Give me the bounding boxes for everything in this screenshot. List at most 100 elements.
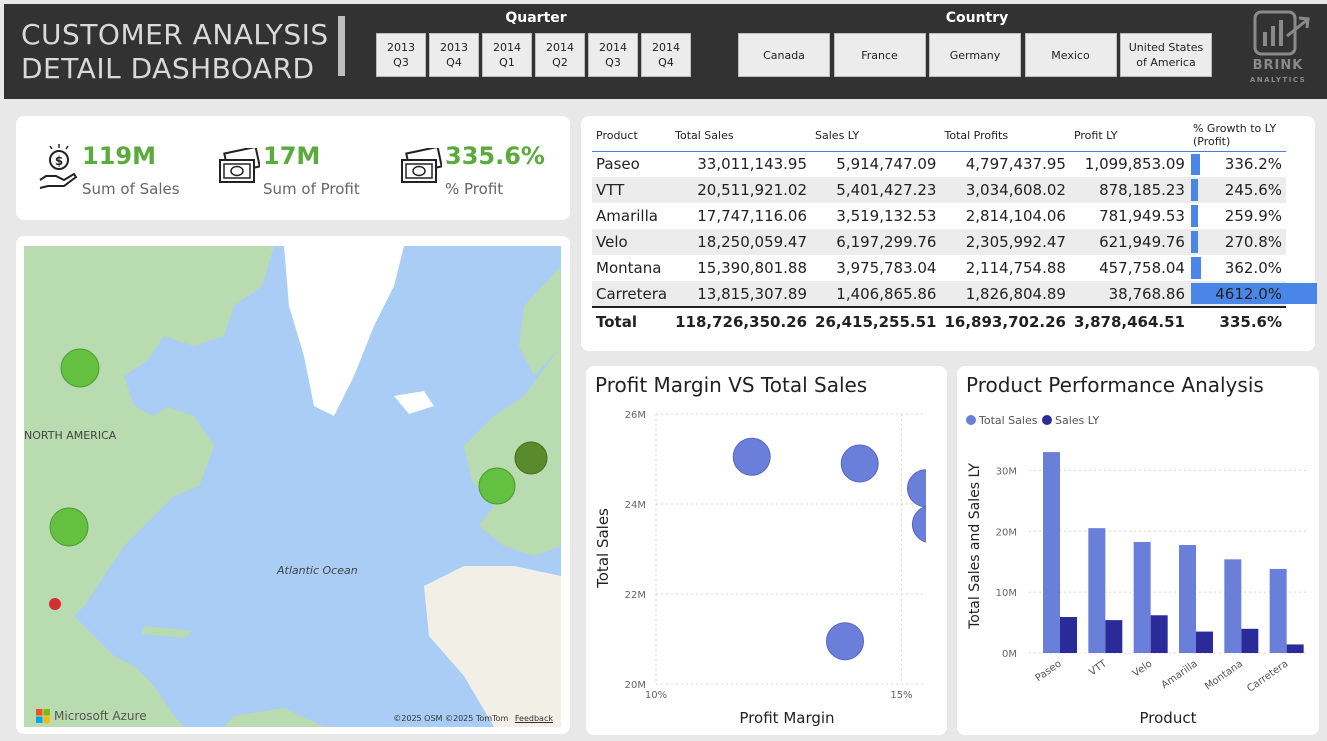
bar[interactable]: [1060, 617, 1077, 653]
table-cell-profits: 2,305,992.47: [940, 229, 1070, 255]
bar-x-tick: VTT: [1087, 658, 1110, 678]
bar-y-label: Total Sales and Sales LY: [967, 463, 983, 630]
column-header[interactable]: Sales LY: [811, 120, 940, 151]
scatter-point[interactable]: [732, 437, 771, 476]
column-header[interactable]: Profit LY: [1070, 120, 1189, 151]
column-header[interactable]: Product: [592, 120, 671, 151]
quarter-button[interactable]: 2014 Q3: [588, 33, 638, 77]
bar[interactable]: [1286, 644, 1304, 653]
quarter-button[interactable]: 2013 Q4: [429, 33, 479, 77]
table-row[interactable]: Amarilla 17,747,116.06 3,519,132.53 2,814,1…: [592, 203, 1286, 229]
map-feedback-link[interactable]: Feedback: [515, 714, 553, 723]
table-row[interactable]: Montana 15,390,801.88 3,975,783.04 2,114,75…: [592, 255, 1286, 281]
map-visual[interactable]: NORTH AMERICA Atlantic Ocean Microsoft A…: [24, 246, 561, 727]
kpi-profit-label: Sum of Profit: [263, 180, 360, 198]
table-cell-sales-ly: 6,197,299.76: [811, 229, 941, 255]
scatter-point[interactable]: [826, 622, 864, 661]
growth-value: 4612.0%: [1215, 284, 1282, 303]
table-row[interactable]: VTT 20,511,921.02 5,401,427.23 3,034,608.02…: [592, 177, 1286, 203]
bar-x-label: Product: [1140, 709, 1197, 727]
table-body: Paseo 33,011,143.95 5,914,747.09 4,797,437.…: [592, 150, 1317, 307]
table-cell-sales: 15,390,801.88: [697, 259, 808, 277]
total-growth: 335.6%: [1188, 306, 1286, 335]
map-bubble-canada[interactable]: [60, 348, 100, 388]
table-cell-product: Velo: [592, 229, 672, 255]
bar-y-tick: 10M: [996, 588, 1017, 599]
bar[interactable]: [1196, 631, 1213, 653]
country-button[interactable]: United States of America: [1120, 33, 1212, 77]
column-header[interactable]: % Growth to LY (Profit): [1189, 120, 1286, 151]
product-table: Product Total Sales Sales LY Total Profits P…: [592, 120, 1317, 335]
map-bubble-france[interactable]: [478, 467, 516, 505]
map-bubble-usa[interactable]: [49, 507, 89, 547]
bar-x-tick: Montana: [1203, 658, 1245, 692]
bar[interactable]: [1224, 559, 1242, 653]
table-cell-profit-ly: 38,768.86: [1069, 281, 1189, 307]
microsoft-logo-icon: [36, 709, 50, 723]
map-brand-text: Microsoft Azure: [54, 709, 147, 723]
kpi-profit-value: 17M: [263, 142, 321, 170]
table-cell-growth: 336.2%: [1188, 150, 1286, 177]
legend-marker: [1042, 415, 1052, 425]
table-cell-sales: 17,747,116.06: [697, 207, 808, 225]
scatter-point[interactable]: [911, 505, 947, 543]
bar[interactable]: [1179, 544, 1196, 653]
scatter-chart[interactable]: 20M 22M 24M 26M 10% 15% Profit Margin Total Sal…: [586, 400, 947, 735]
bar[interactable]: [1133, 541, 1151, 653]
bar-x-tick: Amarilla: [1160, 658, 1200, 691]
bar-x-tick: Carretera: [1245, 658, 1290, 694]
table-cell-profits: 4,797,437.95: [940, 150, 1070, 177]
scatter-y-tick: 20M: [625, 680, 646, 691]
kpi-profit-pct-value: 335.6%: [445, 142, 545, 170]
table-row[interactable]: Paseo 33,011,143.95 5,914,747.09 4,797,437.…: [592, 150, 1286, 177]
growth-value: 270.8%: [1224, 233, 1282, 251]
table-cell-sales-ly: 5,401,427.23: [811, 177, 941, 203]
country-button[interactable]: France: [833, 33, 926, 77]
total-sales: 118,726,350.26: [671, 306, 812, 335]
table-cell-growth: 4612.0%: [1188, 281, 1317, 307]
table-cell-profit-ly: 457,758.04: [1099, 259, 1185, 277]
scatter-point[interactable]: [907, 469, 945, 508]
bar[interactable]: [1241, 628, 1259, 653]
bar[interactable]: [1043, 452, 1060, 653]
table-cell-product: Carretera: [592, 281, 672, 307]
kpi-sales-label: Sum of Sales: [82, 180, 180, 198]
column-header[interactable]: Total Profits: [940, 120, 1069, 151]
map-canvas[interactable]: NORTH AMERICA Atlantic Ocean: [24, 246, 561, 727]
table-row[interactable]: Velo 18,250,059.47 6,197,299.76 2,305,992.4…: [592, 229, 1286, 255]
scatter-y-tick: 26M: [625, 410, 646, 421]
country-button[interactable]: Mexico: [1024, 33, 1117, 77]
map-attribution: ©2025 OSM ©2025 TomTom Feedback: [393, 714, 553, 723]
table-cell-profit-ly: 621,949.76: [1069, 229, 1189, 255]
map-attribution-text: ©2025 OSM ©2025 TomTom: [393, 714, 509, 723]
growth-value: 336.2%: [1224, 155, 1282, 174]
bar[interactable]: [1150, 615, 1168, 653]
map-bubble-germany[interactable]: [514, 441, 548, 475]
scatter-point[interactable]: [840, 444, 879, 483]
table-row[interactable]: Carretera 13,815,307.89 1,406,865.86 1,826,…: [592, 281, 1317, 307]
total-profit-ly: 3,878,464.51: [1069, 306, 1189, 335]
map-bubble-mexico[interactable]: [49, 598, 61, 610]
table-cell-sales: 18,250,059.47: [671, 229, 812, 255]
map-brand: Microsoft Azure: [36, 709, 147, 723]
country-button[interactable]: Canada: [738, 33, 830, 77]
logo-subtext: ANALYTICS: [1249, 76, 1307, 84]
growth-bar: [1190, 205, 1199, 227]
quarter-button[interactable]: 2014 Q1: [482, 33, 532, 77]
table-cell-profits: 3,034,608.02: [940, 177, 1070, 203]
scatter-y-tick: 22M: [625, 590, 646, 601]
country-button[interactable]: Germany: [929, 33, 1021, 77]
bar[interactable]: [1269, 568, 1287, 653]
quarter-button[interactable]: 2013 Q3: [376, 33, 426, 77]
quarter-button[interactable]: 2014 Q4: [641, 33, 691, 77]
bar[interactable]: [1105, 620, 1123, 653]
map-label-north-america: NORTH AMERICA: [24, 429, 117, 442]
bar-chart[interactable]: Total Sales Sales LY 0M 10M 20M 30M Paseo VTT Ve…: [957, 400, 1319, 735]
cash-icon: [219, 148, 260, 183]
table-cell-sales-ly: 3,975,783.04: [836, 259, 937, 277]
bar[interactable]: [1088, 528, 1106, 653]
quarter-button[interactable]: 2014 Q2: [535, 33, 585, 77]
column-header[interactable]: Total Sales: [671, 120, 811, 151]
growth-value: 245.6%: [1224, 181, 1282, 199]
cash-icon: [401, 148, 442, 183]
